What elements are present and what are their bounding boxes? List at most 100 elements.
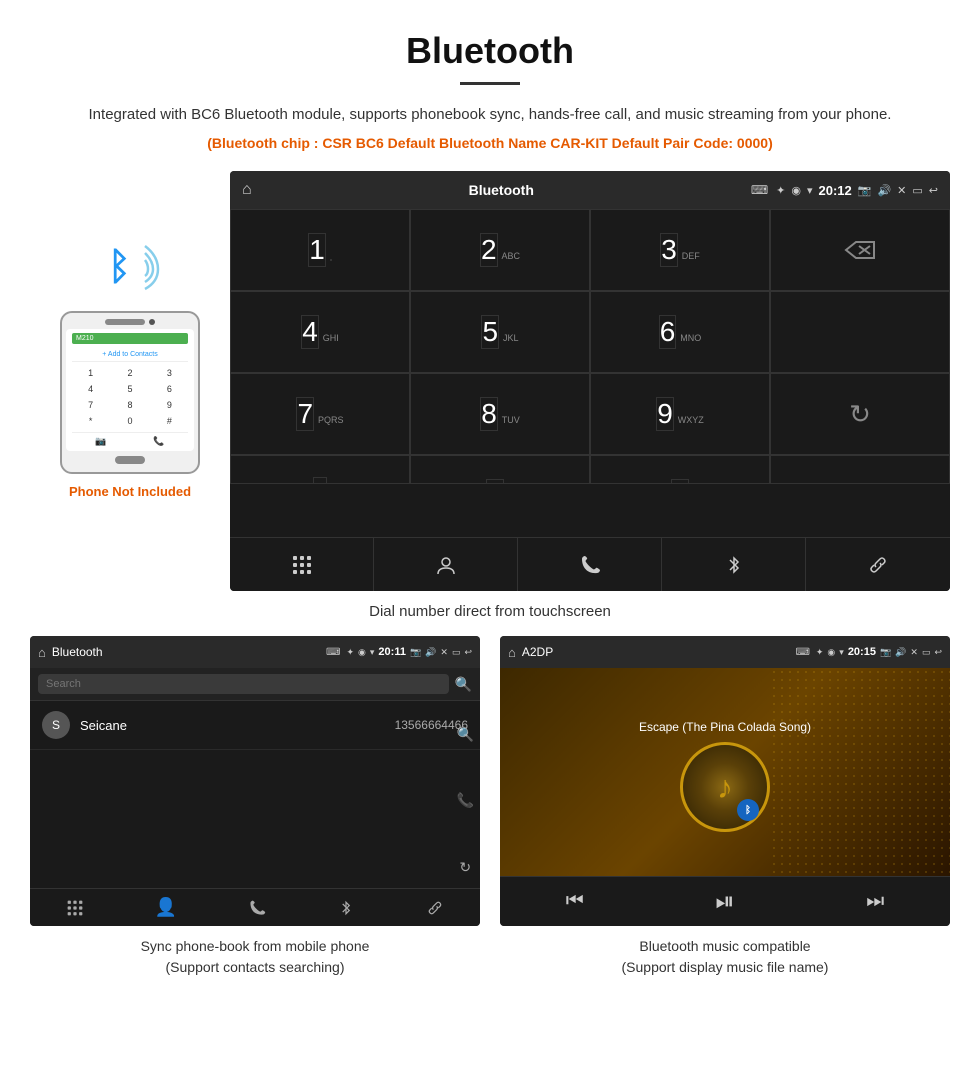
- music-close-icon[interactable]: ✕: [910, 647, 918, 658]
- dial-sub-1: [330, 259, 332, 261]
- call-action-row: [230, 483, 950, 537]
- music-wifi-icon: ▾: [839, 647, 844, 658]
- music-status-right: ✦ ◉ ▾ 20:15 📷 🔊 ✕ ▭ ↩: [816, 646, 942, 658]
- bt-status-icon: ✦: [776, 184, 785, 197]
- phone-add-contacts: + Add to Contacts: [72, 348, 188, 362]
- dial-key-2[interactable]: 2 ABC: [410, 209, 590, 291]
- pb-vol-icon: 🔊: [425, 647, 436, 658]
- key-3: 3: [151, 366, 188, 380]
- pb-back-icon[interactable]: ↩: [464, 647, 472, 658]
- dial-cell-refresh[interactable]: ↻: [770, 373, 950, 455]
- home-icon[interactable]: ⌂: [242, 181, 252, 199]
- music-section: ⌂ A2DP ⌨ ✦ ◉ ▾ 20:15 📷 🔊 ✕ ▭ ↩ Esca: [500, 636, 950, 978]
- wifi-icon: ▾: [807, 184, 813, 197]
- car-screen-main: ⌂ Bluetooth ⌨ ✦ ◉ ▾ 20:12 📷 🔊 ✕ ▭ ↩: [230, 171, 950, 591]
- phonebook-section: ⌂ Bluetooth ⌨ ✦ ◉ ▾ 20:11 📷 🔊 ✕ ▭ ↩: [30, 636, 480, 978]
- prev-btn[interactable]: ⏮: [566, 890, 584, 913]
- key-7: 7: [72, 398, 109, 412]
- pb-search-bar: 🔍: [30, 668, 480, 701]
- page-title: Bluetooth: [60, 30, 920, 72]
- pb-contact-avatar: S: [42, 711, 70, 739]
- main-content: ᛒ M210 + Add to Contacts 123 4: [0, 161, 980, 591]
- window-icon[interactable]: ▭: [912, 184, 922, 197]
- pb-wifi-icon: ▾: [370, 647, 375, 658]
- header-description: Integrated with BC6 Bluetooth module, su…: [60, 103, 920, 127]
- dial-key-3[interactable]: 3 DEF: [590, 209, 770, 291]
- title-underline: [460, 82, 520, 85]
- nav-bluetooth-btn[interactable]: [662, 538, 806, 591]
- pb-nav-person-icon[interactable]: 👤: [155, 897, 177, 918]
- key-8: 8: [111, 398, 148, 412]
- pb-contact-area: S Seicane 13566664466 🔍 📞 ↻: [30, 701, 480, 750]
- key-star: *: [72, 414, 109, 428]
- pb-usb-icon: ⌨: [326, 647, 340, 658]
- music-note-icon: ♪: [717, 769, 733, 806]
- pb-search-icon: 🔍: [455, 676, 472, 693]
- refresh-icon: ↻: [849, 399, 871, 430]
- dial-cell-backspace[interactable]: [770, 209, 950, 291]
- pb-home-icon[interactable]: ⌂: [38, 645, 46, 660]
- status-right-area: ✦ ◉ ▾ 20:12 📷 🔊 ✕ ▭ ↩: [776, 183, 938, 198]
- pb-status-right: ✦ ◉ ▾ 20:11 📷 🔊 ✕ ▭ ↩: [346, 646, 472, 658]
- signal-arc-inner: [145, 260, 148, 276]
- next-btn[interactable]: ⏭: [866, 890, 884, 913]
- dial-key-6[interactable]: 6 MNO: [590, 291, 770, 373]
- pb-close-icon[interactable]: ✕: [440, 647, 448, 658]
- close-icon[interactable]: ✕: [897, 184, 906, 197]
- dial-key-4[interactable]: 4 GHI: [230, 291, 410, 373]
- phone-call-icon: 📞: [153, 436, 164, 447]
- nav-link-btn[interactable]: [806, 538, 950, 591]
- play-pause-btn[interactable]: ⏯: [715, 888, 734, 916]
- music-home-icon[interactable]: ⌂: [508, 645, 516, 660]
- pb-nav-phone-icon[interactable]: [248, 899, 266, 917]
- nav-dialpad-btn[interactable]: [230, 538, 374, 591]
- music-bt-badge: ᛒ: [737, 799, 759, 821]
- pb-bt-icon: ✦: [346, 647, 354, 658]
- key-9: 9: [151, 398, 188, 412]
- music-win-icon[interactable]: ▭: [922, 647, 931, 658]
- pb-bottom-nav: 👤: [30, 888, 480, 926]
- pb-win-icon[interactable]: ▭: [452, 647, 461, 658]
- pb-refresh-side-icon[interactable]: ↻: [459, 859, 471, 876]
- page-header: Bluetooth Integrated with BC6 Bluetooth …: [0, 0, 980, 161]
- bluetooth-screen-title: Bluetooth: [260, 182, 743, 198]
- dial-key-1[interactable]: 1: [230, 209, 410, 291]
- dial-key-8[interactable]: 8 TUV: [410, 373, 590, 455]
- usb-icon: ⌨: [751, 183, 768, 197]
- pb-call-side-icon[interactable]: 📞: [457, 792, 474, 809]
- bt-letter: ᛒ: [108, 246, 131, 288]
- music-vol-icon: 🔊: [895, 647, 906, 658]
- nav-phone-btn[interactable]: [518, 538, 662, 591]
- music-loc-icon: ◉: [827, 647, 835, 658]
- music-controls: ⏮ ⏯ ⏭: [500, 876, 950, 926]
- header-specs: (Bluetooth chip : CSR BC6 Default Blueto…: [60, 135, 920, 151]
- pb-status-bar: ⌂ Bluetooth ⌨ ✦ ◉ ▾ 20:11 📷 🔊 ✕ ▭ ↩: [30, 636, 480, 668]
- dial-key-7[interactable]: 7 PQRS: [230, 373, 410, 455]
- pb-contact-name: Seicane: [80, 718, 395, 733]
- key-5: 5: [111, 382, 148, 396]
- pb-search-input[interactable]: [38, 674, 449, 694]
- dial-key-5[interactable]: 5 JKL: [410, 291, 590, 373]
- phone-bottom-bar: 📷 📞: [72, 432, 188, 447]
- back-icon[interactable]: ↩: [929, 184, 938, 197]
- pb-nav-grid-icon[interactable]: [66, 899, 84, 917]
- pb-contact-row[interactable]: S Seicane 13566664466: [30, 701, 480, 750]
- key-6: 6: [151, 382, 188, 396]
- nav-contacts-btn[interactable]: [374, 538, 518, 591]
- phone-video-icon: 📷: [95, 436, 106, 447]
- key-0: 0: [111, 414, 148, 428]
- pb-nav-bt-icon[interactable]: [337, 899, 355, 917]
- status-time: 20:12: [819, 183, 852, 198]
- pb-nav-link-icon[interactable]: [426, 899, 444, 917]
- phonebook-screen: ⌂ Bluetooth ⌨ ✦ ◉ ▾ 20:11 📷 🔊 ✕ ▭ ↩: [30, 636, 480, 926]
- pb-search-side-icon[interactable]: 🔍: [457, 726, 474, 743]
- dial-key-9[interactable]: 9 WXYZ: [590, 373, 770, 455]
- music-time: 20:15: [848, 646, 876, 658]
- phone-speaker: [105, 319, 145, 325]
- music-back-icon[interactable]: ↩: [934, 647, 942, 658]
- dial-sub-2: ABC: [502, 251, 521, 261]
- camera-icon: 📷: [858, 184, 872, 197]
- phone-status-text: M210: [76, 335, 94, 342]
- car-screen-section: ⌂ Bluetooth ⌨ ✦ ◉ ▾ 20:12 📷 🔊 ✕ ▭ ↩: [230, 171, 950, 591]
- phone-screen: M210 + Add to Contacts 123 456 789 *0# 📷…: [66, 329, 194, 451]
